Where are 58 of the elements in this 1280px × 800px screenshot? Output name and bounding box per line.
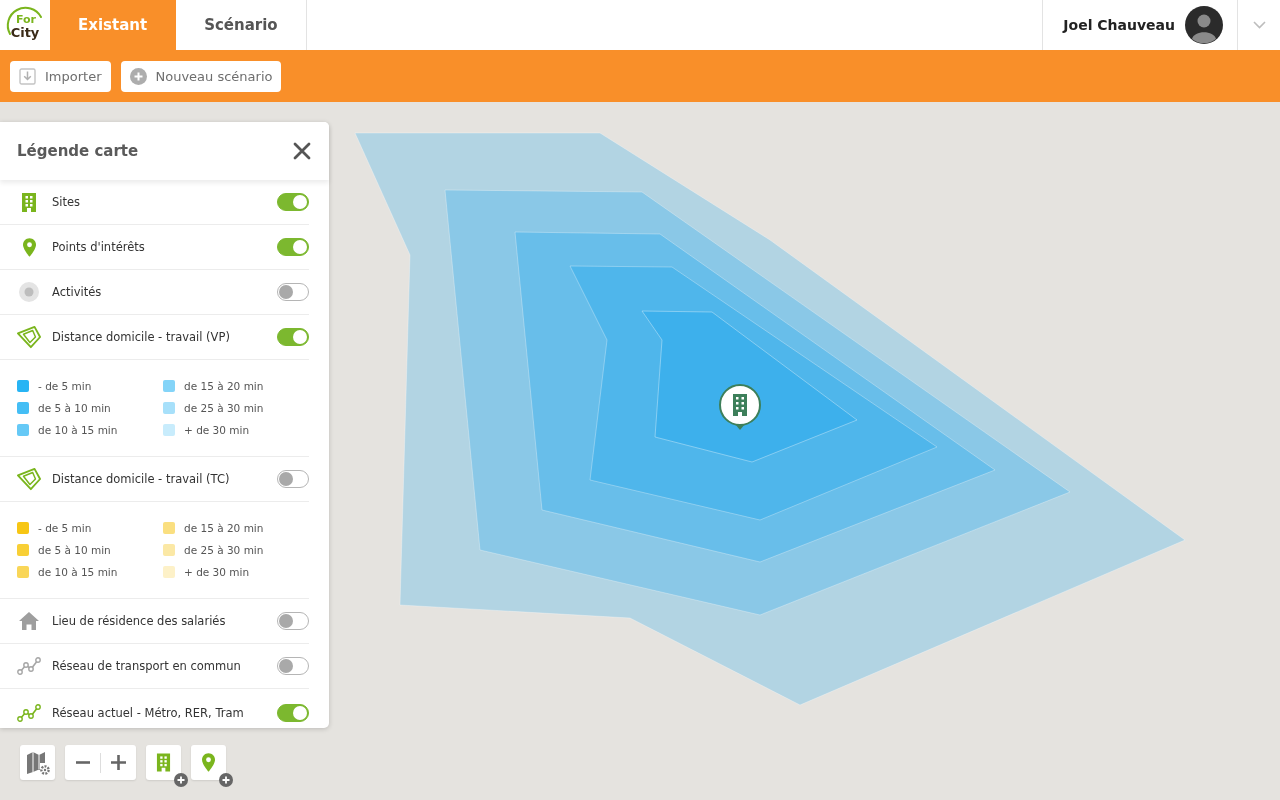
layer-label: Distance domicile - travail (TC) — [52, 472, 231, 486]
chevron-down-icon — [1252, 21, 1266, 29]
building-icon — [156, 753, 171, 772]
plus-circle-icon — [129, 67, 147, 85]
add-point-button[interactable] — [191, 745, 226, 780]
network-line-icon — [17, 703, 41, 722]
scale-label: de 10 à 15 min — [38, 424, 118, 436]
scale-label: de 10 à 15 min — [38, 566, 118, 578]
user-name: Joel Chauveau — [1063, 17, 1175, 33]
scale-label: - de 5 min — [38, 522, 92, 534]
scale-label: de 25 à 30 min — [184, 402, 264, 414]
toggle-switch[interactable] — [277, 238, 309, 256]
plus-icon — [111, 755, 126, 770]
import-button[interactable]: Importer — [10, 60, 111, 92]
scale-label: de 5 à 10 min — [38, 402, 111, 414]
toggle-switch[interactable] — [277, 470, 309, 488]
legend-title: Légende carte — [17, 142, 139, 160]
scale-label: + de 30 min — [184, 424, 250, 436]
layer-label: Points d'intérêts — [52, 240, 146, 254]
scale-label: de 15 à 20 min — [184, 380, 264, 392]
add-site-button[interactable] — [146, 745, 181, 780]
avatar-icon — [1185, 6, 1223, 44]
map-pin-icon — [202, 753, 215, 772]
building-icon — [21, 192, 37, 212]
network-line-icon — [17, 657, 41, 675]
scale-label: de 15 à 20 min — [184, 522, 264, 534]
isochrone-icon — [17, 467, 41, 491]
plus-badge-icon — [219, 773, 233, 787]
close-icon — [293, 142, 311, 160]
close-button[interactable] — [292, 141, 312, 161]
toggle-switch[interactable] — [277, 703, 309, 722]
isochrone-icon — [17, 325, 41, 349]
site-marker[interactable] — [719, 384, 761, 430]
layer-label: Distance domicile - travail (VP) — [52, 330, 231, 344]
toggle-switch[interactable] — [277, 657, 309, 675]
activity-dot-icon — [19, 282, 39, 302]
toggle-switch[interactable] — [277, 283, 309, 301]
layer-label: Réseau actuel - Métro, RER, Tram — [52, 705, 245, 720]
download-icon — [19, 67, 36, 85]
layer-label: Sites — [52, 195, 82, 209]
scale-label: - de 5 min — [38, 380, 92, 392]
logo-text: For City — [10, 13, 40, 39]
toggle-switch[interactable] — [277, 193, 309, 211]
map-settings-button[interactable] — [20, 745, 55, 780]
map-pin-icon — [22, 237, 36, 257]
map-gear-icon — [25, 750, 50, 775]
plus-badge-icon — [174, 773, 188, 787]
toggle-switch[interactable] — [277, 612, 309, 630]
scale-label: de 5 à 10 min — [38, 544, 111, 556]
minus-icon — [75, 761, 90, 764]
toggle-switch[interactable] — [277, 328, 309, 346]
scale-label: de 25 à 30 min — [184, 544, 264, 556]
layer-label: Réseau de transport en commun — [52, 659, 242, 673]
layer-label: Lieu de résidence des salariés — [52, 614, 227, 628]
house-icon — [19, 612, 39, 630]
scale-label: + de 30 min — [184, 566, 250, 578]
layer-label: Activités — [52, 285, 103, 299]
new-scenario-button[interactable]: Nouveau scénario — [120, 60, 282, 92]
